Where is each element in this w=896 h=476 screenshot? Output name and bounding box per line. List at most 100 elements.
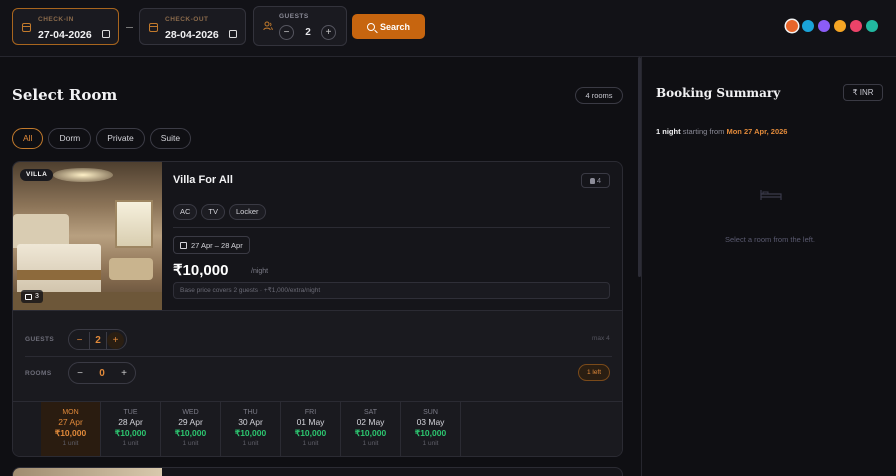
day-name: MON (62, 409, 79, 416)
top-search-bar: CHECK-IN 27-04-2026 CHECK-OUT 28-04-2026… (0, 0, 896, 57)
rooms-decrement[interactable]: − (72, 366, 88, 382)
day-rate[interactable]: WED 29 Apr ₹10,000 1 unit (161, 402, 221, 456)
currency-selector[interactable]: ₹ INR (843, 84, 883, 101)
theme-swatch[interactable] (866, 20, 878, 32)
date-picker-icon[interactable] (102, 30, 110, 38)
date-picker-icon[interactable] (229, 30, 237, 38)
photo-throw (17, 270, 101, 280)
room-card (12, 467, 623, 476)
divider (25, 356, 612, 357)
day-units: 1 unit (422, 440, 439, 447)
amenity-tag: TV (201, 204, 226, 220)
start-date: Mon 27 Apr, 2026 (726, 127, 788, 136)
day-rate[interactable]: SUN 03 May ₹10,000 1 unit (401, 402, 461, 456)
nights-count: 1 night (656, 127, 681, 136)
day-date: 03 May (416, 417, 445, 427)
amenity-tags: AC TV Locker (173, 204, 266, 220)
guests-decrement-button[interactable]: − (279, 25, 294, 40)
day-rate[interactable]: THU 30 Apr ₹10,000 1 unit (221, 402, 281, 456)
theme-swatch[interactable] (850, 20, 862, 32)
day-name: THU (243, 409, 258, 416)
room-guests-decrement[interactable]: − (71, 332, 88, 349)
daily-rates-strip: MON 27 Apr ₹10,000 1 unit TUE 28 Apr ₹10… (13, 401, 622, 456)
day-units: 1 unit (362, 440, 379, 447)
guests-label: GUESTS (279, 13, 309, 20)
day-rate[interactable]: TUE 28 Apr ₹10,000 1 unit (101, 402, 161, 456)
room-price: ₹10,000 (173, 262, 229, 279)
search-icon (366, 22, 375, 31)
scrollbar-thumb[interactable] (638, 57, 641, 277)
day-price: ₹10,000 (294, 428, 327, 438)
page-title: Select Room (12, 86, 118, 104)
rooms-increment[interactable]: + (116, 366, 132, 382)
filter-chip-suite[interactable]: Suite (149, 128, 192, 149)
room-guests-stepper: − 2 + (68, 329, 127, 350)
theme-swatch[interactable] (802, 20, 814, 32)
ceiling-light (53, 168, 113, 182)
day-name: WED (182, 409, 199, 416)
day-rate[interactable]: FRI 01 May ₹10,000 1 unit (281, 402, 341, 456)
search-button-label: Search (379, 21, 411, 32)
bed-icon (760, 190, 782, 200)
amenity-tag: Locker (229, 204, 266, 220)
guests-field: GUESTS − 2 + (253, 6, 347, 46)
room-type-badge: VILLA (20, 169, 54, 181)
calendar-icon (149, 23, 158, 32)
day-date: 28 Apr (118, 417, 143, 427)
room-count-badge: 4 rooms (575, 87, 623, 104)
checkout-field[interactable]: CHECK-OUT 28-04-2026 (139, 8, 246, 45)
photo-sofa (109, 258, 153, 280)
day-date: 27 Apr (58, 417, 83, 427)
availability-badge: 1 left (578, 364, 610, 381)
price-unit: /night (251, 268, 269, 275)
rooms-label: ROOMS (25, 370, 52, 377)
room-card: VILLA 3 Villa For All 4 AC TV Locker 27 … (12, 161, 623, 457)
room-photo[interactable] (13, 468, 162, 476)
day-units: 1 unit (242, 440, 259, 447)
room-photo[interactable]: VILLA 3 (13, 162, 162, 310)
photo-count[interactable]: 3 (21, 290, 43, 303)
day-price: ₹10,000 (174, 428, 207, 438)
divider (173, 227, 610, 228)
filter-chips: All Dorm Private Suite (12, 128, 192, 149)
day-units: 1 unit (302, 440, 319, 447)
date-range-chip: 27 Apr – 28 Apr (173, 236, 250, 254)
guests-increment-button[interactable]: + (321, 25, 336, 40)
checkin-value[interactable]: 27-04-2026 (38, 29, 92, 41)
summary-title: Booking Summary (656, 86, 781, 100)
day-date: 30 Apr (238, 417, 263, 427)
day-price: ₹10,000 (354, 428, 387, 438)
rooms-stepper: − 0 + (68, 362, 136, 384)
room-guests-count: 2 (89, 332, 107, 349)
calendar-icon (180, 241, 187, 249)
day-price: ₹10,000 (414, 428, 447, 438)
room-guests-increment[interactable]: + (107, 332, 124, 349)
max-guests-label: max 4 (592, 335, 610, 342)
day-units: 1 unit (182, 440, 199, 447)
theme-swatch[interactable] (818, 20, 830, 32)
rooms-count: 0 (99, 368, 105, 379)
empty-state-text: Select a room from the left. (724, 235, 816, 244)
day-name: SUN (423, 409, 438, 416)
occupancy-badge: 4 (581, 173, 610, 188)
checkin-field[interactable]: CHECK-IN 27-04-2026 (12, 8, 119, 45)
day-name: FRI (304, 409, 317, 416)
theme-swatch[interactable] (786, 20, 798, 32)
guests-count: 2 (305, 27, 311, 38)
day-date: 29 Apr (178, 417, 203, 427)
summary-stay-line: 1 night starting from Mon 27 Apr, 2026 (656, 127, 787, 136)
room-selector: GUESTS − 2 + max 4 ROOMS − 0 + 1 left MO… (13, 310, 622, 456)
room-name: Villa For All (173, 174, 233, 186)
photo-count-value: 3 (35, 293, 39, 300)
theme-swatch[interactable] (834, 20, 846, 32)
checkout-value[interactable]: 28-04-2026 (165, 29, 219, 41)
calendar-icon (22, 23, 31, 32)
filter-chip-all[interactable]: All (12, 128, 44, 149)
search-button[interactable]: Search (352, 14, 425, 39)
filter-chip-dorm[interactable]: Dorm (48, 128, 92, 149)
day-price: ₹10,000 (54, 428, 87, 438)
person-icon (589, 177, 595, 184)
filter-chip-private[interactable]: Private (96, 128, 145, 149)
day-rate[interactable]: MON 27 Apr ₹10,000 1 unit (41, 402, 101, 456)
day-rate[interactable]: SAT 02 May ₹10,000 1 unit (341, 402, 401, 456)
